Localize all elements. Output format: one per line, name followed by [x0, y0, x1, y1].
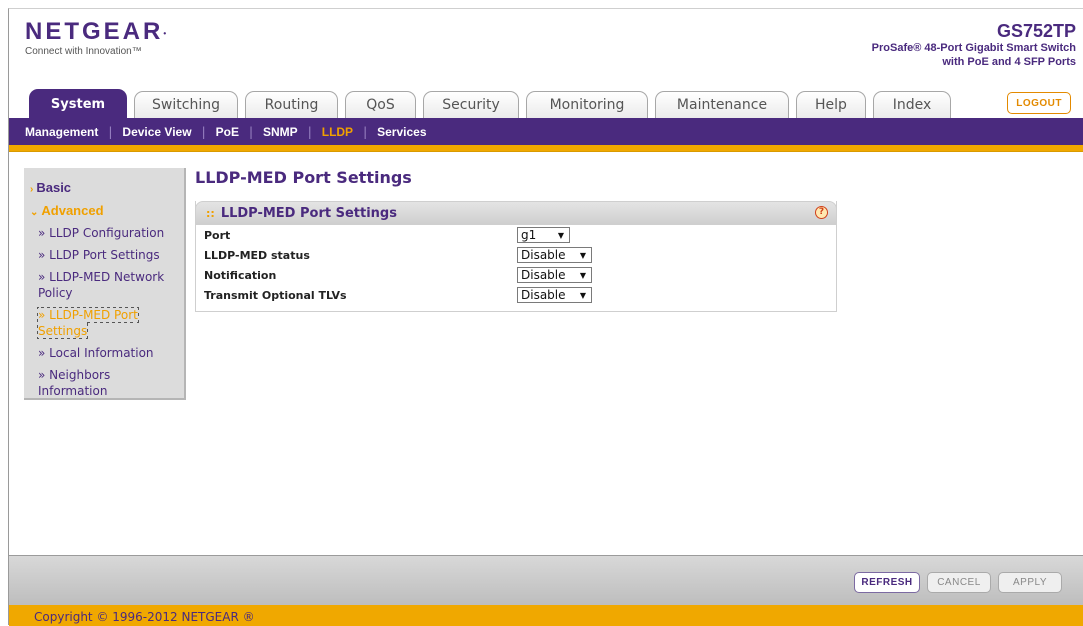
- sidebar-item-lldp-med-network-policy[interactable]: » LLDP-MED Network Policy: [24, 266, 184, 304]
- apply-button[interactable]: APPLY: [998, 572, 1062, 593]
- subnav-management[interactable]: Management: [23, 125, 100, 139]
- tab-security[interactable]: Security: [423, 91, 519, 118]
- app-frame: NETGEAR• Connect with Innovation™ GS752T…: [8, 8, 1083, 626]
- notification-select[interactable]: Disable ▼: [517, 267, 592, 283]
- help-icon[interactable]: ?: [815, 206, 828, 219]
- page-title: LLDP-MED Port Settings: [195, 168, 412, 187]
- logo-text: NETGEAR: [25, 18, 164, 45]
- subnav-poe[interactable]: PoE: [214, 125, 241, 139]
- subnav-lldp[interactable]: LLDP: [320, 125, 355, 139]
- lldp-med-status-select[interactable]: Disable ▼: [517, 247, 592, 263]
- notification-row: Notification Disable ▼: [196, 265, 836, 285]
- settings-panel: :: LLDP-MED Port Settings ? Port g1 ▼ LLD…: [195, 201, 837, 312]
- logout-button[interactable]: LOGOUT: [1007, 92, 1071, 114]
- model-desc-line2: with PoE and 4 SFP Ports: [942, 56, 1076, 68]
- content-area: › Basic ⌄ Advanced » LLDP Configuration » …: [9, 151, 1083, 556]
- sidebar-item-lldp-configuration[interactable]: » LLDP Configuration: [24, 222, 184, 244]
- subnav-separator: |: [108, 124, 113, 139]
- subnav-separator: |: [201, 124, 206, 139]
- dropdown-arrow-icon: ▼: [579, 290, 586, 300]
- tab-monitoring[interactable]: Monitoring: [526, 91, 648, 118]
- header: NETGEAR• Connect with Innovation™ GS752T…: [9, 9, 1083, 87]
- tab-system[interactable]: System: [29, 89, 127, 118]
- sidebar-item-neighbors-information[interactable]: » Neighbors Information: [24, 364, 184, 402]
- subnav-separator: |: [307, 124, 312, 139]
- model-info: GS752TP ProSafe® 48-Port Gigabit Smart S…: [872, 21, 1076, 69]
- tab-help[interactable]: Help: [796, 91, 866, 118]
- panel-header: :: LLDP-MED Port Settings ?: [195, 201, 837, 225]
- chevron-down-icon: ⌄: [30, 207, 39, 218]
- subnav-services[interactable]: Services: [375, 125, 428, 139]
- sidebar-group-advanced[interactable]: ⌄ Advanced: [24, 199, 184, 222]
- chevron-right-icon: ›: [30, 184, 34, 195]
- panel-title: LLDP-MED Port Settings: [220, 205, 397, 221]
- subnav-separator: |: [248, 124, 254, 139]
- notification-label: Notification: [204, 268, 277, 282]
- dropdown-arrow-icon: ▼: [557, 230, 564, 240]
- action-bar: REFRESH CANCEL APPLY: [9, 555, 1083, 606]
- model-desc-line1: ProSafe® 48-Port Gigabit Smart Switch: [871, 42, 1076, 54]
- tagline: Connect with Innovation™: [25, 46, 142, 57]
- dropdown-arrow-icon: ▼: [579, 270, 586, 280]
- sidebar-item-lldp-port-settings[interactable]: » LLDP Port Settings: [24, 244, 184, 266]
- main-content: LLDP-MED Port Settings :: LLDP-MED Port …: [195, 168, 845, 312]
- port-row: Port g1 ▼: [196, 225, 836, 245]
- model-name: GS752TP: [996, 21, 1076, 41]
- lldp-med-status-row: LLDP-MED status Disable ▼: [196, 245, 836, 265]
- sidebar: › Basic ⌄ Advanced » LLDP Configuration » …: [24, 168, 186, 400]
- sidebar-group-basic[interactable]: › Basic: [24, 176, 184, 199]
- transmit-optional-tlvs-select[interactable]: Disable ▼: [517, 287, 592, 303]
- refresh-button[interactable]: REFRESH: [854, 572, 920, 593]
- main-tabs: System Switching Routing QoS Security Mo…: [29, 89, 958, 118]
- dropdown-arrow-icon: ▼: [579, 250, 586, 260]
- tab-routing[interactable]: Routing: [245, 91, 338, 118]
- tab-index[interactable]: Index: [873, 91, 951, 118]
- sub-navigation: Management | Device View | PoE | SNMP | …: [9, 118, 1083, 145]
- subnav-separator: |: [363, 124, 368, 139]
- tab-switching[interactable]: Switching: [134, 91, 238, 118]
- transmit-optional-tlvs-row: Transmit Optional TLVs Disable ▼: [196, 285, 836, 305]
- subnav-snmp[interactable]: SNMP: [261, 125, 300, 139]
- lldp-med-status-label: LLDP-MED status: [204, 248, 310, 262]
- tab-maintenance[interactable]: Maintenance: [655, 91, 789, 118]
- sidebar-item-local-information[interactable]: » Local Information: [24, 342, 184, 364]
- port-label: Port: [204, 228, 231, 242]
- grip-icon: ::: [206, 206, 215, 220]
- netgear-logo: NETGEAR• Connect with Innovation™: [25, 18, 167, 58]
- sidebar-item-lldp-med-port-settings[interactable]: » LLDP-MED Port Settings: [24, 304, 184, 342]
- cancel-button[interactable]: CANCEL: [927, 572, 991, 593]
- footer-copyright: Copyright © 1996-2012 NETGEAR ®: [9, 605, 1083, 626]
- port-select[interactable]: g1 ▼: [517, 227, 570, 243]
- transmit-optional-tlvs-label: Transmit Optional TLVs: [204, 288, 347, 302]
- tab-qos[interactable]: QoS: [345, 91, 416, 118]
- subnav-device-view[interactable]: Device View: [120, 125, 193, 139]
